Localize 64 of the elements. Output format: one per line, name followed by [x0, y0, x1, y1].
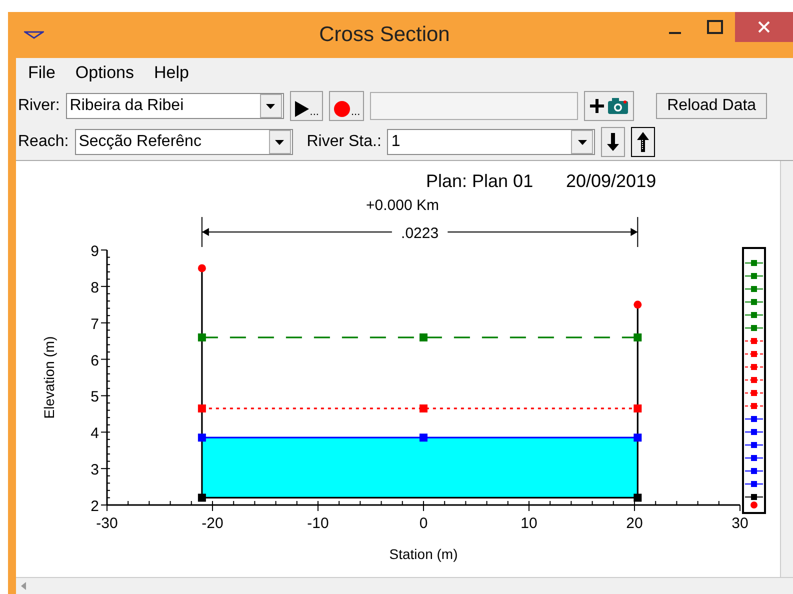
- y-tick-label: 4: [90, 425, 99, 442]
- close-icon: [757, 20, 771, 34]
- add-snapshot-button[interactable]: [584, 91, 634, 121]
- river-dropdown[interactable]: Ribeira da Ribei: [66, 93, 284, 119]
- point: [198, 333, 206, 342]
- x-tick-label: 0: [419, 515, 428, 532]
- window-title: Cross Section: [318, 23, 451, 47]
- point: [198, 494, 206, 502]
- previous-station-button[interactable]: [631, 127, 656, 157]
- down-arrow-icon: [605, 132, 622, 152]
- x-tick-label: -30: [96, 515, 118, 532]
- point: [634, 333, 642, 342]
- point: [420, 333, 428, 342]
- record-icon: [332, 100, 351, 118]
- text-field[interactable]: [370, 92, 578, 120]
- caret-icon: [266, 104, 276, 108]
- menu-item[interactable]: File: [20, 63, 64, 83]
- y-tick-label: 3: [90, 462, 99, 479]
- point: [634, 404, 642, 412]
- x-tick-label: -20: [202, 515, 224, 532]
- plan-title: Plan: Plan 01: [426, 171, 534, 191]
- reach-length-value: .0223: [401, 225, 439, 242]
- y-tick-label: 2: [90, 498, 99, 515]
- menu-item[interactable]: Help: [146, 63, 197, 83]
- x-tick-label: -10: [307, 515, 329, 532]
- plan-date: 20/09/2019: [566, 171, 656, 191]
- y-axis-title: Elevation (m): [41, 336, 57, 419]
- caret-icon: [275, 140, 284, 144]
- caret-icon: [578, 140, 587, 144]
- reach-label: Reach:: [18, 133, 69, 151]
- y-tick-label: 9: [90, 243, 99, 260]
- y-tick-label: 6: [90, 352, 99, 370]
- x-tick-label: 20: [626, 515, 643, 532]
- river-station-label: River Sta.:: [306, 133, 382, 151]
- menu-item[interactable]: Options: [67, 63, 142, 83]
- point: [198, 404, 206, 412]
- vertical-scrollbar[interactable]: [780, 161, 793, 577]
- station-label: +0.000 Km: [366, 197, 439, 214]
- app-icon: [24, 30, 44, 40]
- point: [634, 434, 642, 442]
- x-tick-label: 30: [732, 515, 748, 532]
- reload-data-button[interactable]: Reload Data: [656, 93, 768, 119]
- y-tick-label: 7: [90, 316, 99, 333]
- y-tick-label: 5: [90, 388, 99, 406]
- x-axis-title: Station (m): [389, 546, 458, 562]
- point: [420, 404, 428, 412]
- minimize-icon: [669, 32, 681, 34]
- play-icon: [294, 100, 310, 118]
- add-camera-icon: [588, 96, 630, 116]
- maximize-icon: [707, 20, 723, 34]
- point: [420, 434, 428, 442]
- reach-dropdown[interactable]: Secção Referênc: [74, 129, 293, 155]
- animate-button[interactable]: ...: [290, 91, 323, 121]
- river-station-dropdown[interactable]: 1: [387, 129, 596, 155]
- point: [198, 434, 206, 442]
- up-arrow-icon: [635, 131, 652, 153]
- next-station-button[interactable]: [601, 127, 626, 157]
- river-label: River:: [18, 97, 60, 115]
- close-button[interactable]: [735, 12, 793, 42]
- profile-button[interactable]: ...: [328, 91, 364, 121]
- x-tick-label: 10: [520, 515, 538, 532]
- horizontal-scrollbar[interactable]: [16, 577, 793, 594]
- y-tick-label: 8: [90, 279, 99, 296]
- point: [634, 494, 642, 502]
